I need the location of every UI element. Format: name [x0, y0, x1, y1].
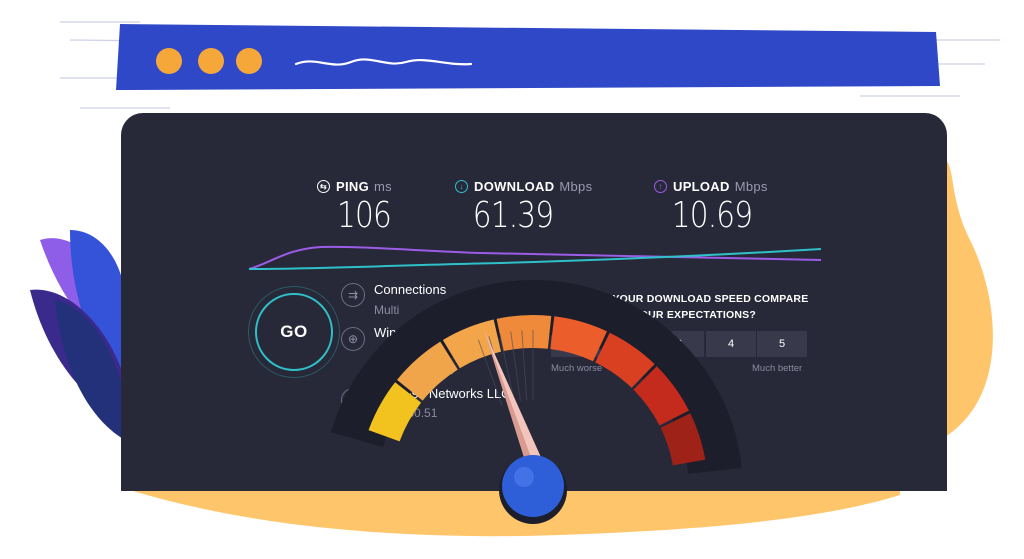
window-dot-1[interactable]	[156, 48, 182, 74]
user-icon: ◔	[341, 388, 365, 412]
survey-question-line2: WITH YOUR EXPECTATIONS?	[602, 309, 756, 321]
upload-graph-line	[248, 245, 822, 270]
window-dot-2[interactable]	[198, 48, 224, 74]
rating-3-button[interactable]: 3	[654, 331, 704, 357]
go-label: GO	[280, 322, 308, 341]
rating-4-button[interactable]: 4	[706, 331, 756, 357]
survey-question: HOW DOES YOUR DOWNLOAD SPEED COMPARE WIT…	[541, 291, 817, 323]
isp-name: Windstream	[374, 325, 444, 340]
rating-label-low: Much worse	[551, 363, 603, 374]
rating-1-button[interactable]: 1	[551, 331, 601, 357]
globe-icon: ⊕	[341, 327, 365, 351]
connections-value[interactable]: Multi	[374, 303, 399, 317]
speed-graph	[248, 245, 822, 270]
host-ip: 69.14.50.51	[374, 406, 438, 420]
isp-location: Ashburn, VA	[374, 346, 441, 360]
connections-title: Connections	[374, 282, 447, 297]
change-server-link[interactable]: Change Server	[374, 363, 455, 377]
speedtest-panel: ⇆ PING ms 106 ↓ DOWNLOAD Mbps 61.39 ↑ UP…	[121, 113, 947, 491]
browser-top-bar	[116, 20, 940, 90]
rating-label-high: Much better	[752, 363, 803, 374]
rating-2-button[interactable]: 2	[603, 331, 653, 357]
connections-icon: ⇉	[341, 283, 365, 307]
survey-question-line1: HOW DOES YOUR DOWNLOAD SPEED COMPARE	[549, 293, 809, 305]
window-dot-3[interactable]	[236, 48, 262, 74]
rating-5-button[interactable]: 5	[757, 331, 807, 357]
host-name: Paradise Networks LLC	[374, 386, 511, 401]
orange-blob-bottom	[130, 490, 900, 537]
go-button[interactable]: GO	[255, 293, 333, 371]
rating-label-mid: As expected	[650, 363, 703, 374]
